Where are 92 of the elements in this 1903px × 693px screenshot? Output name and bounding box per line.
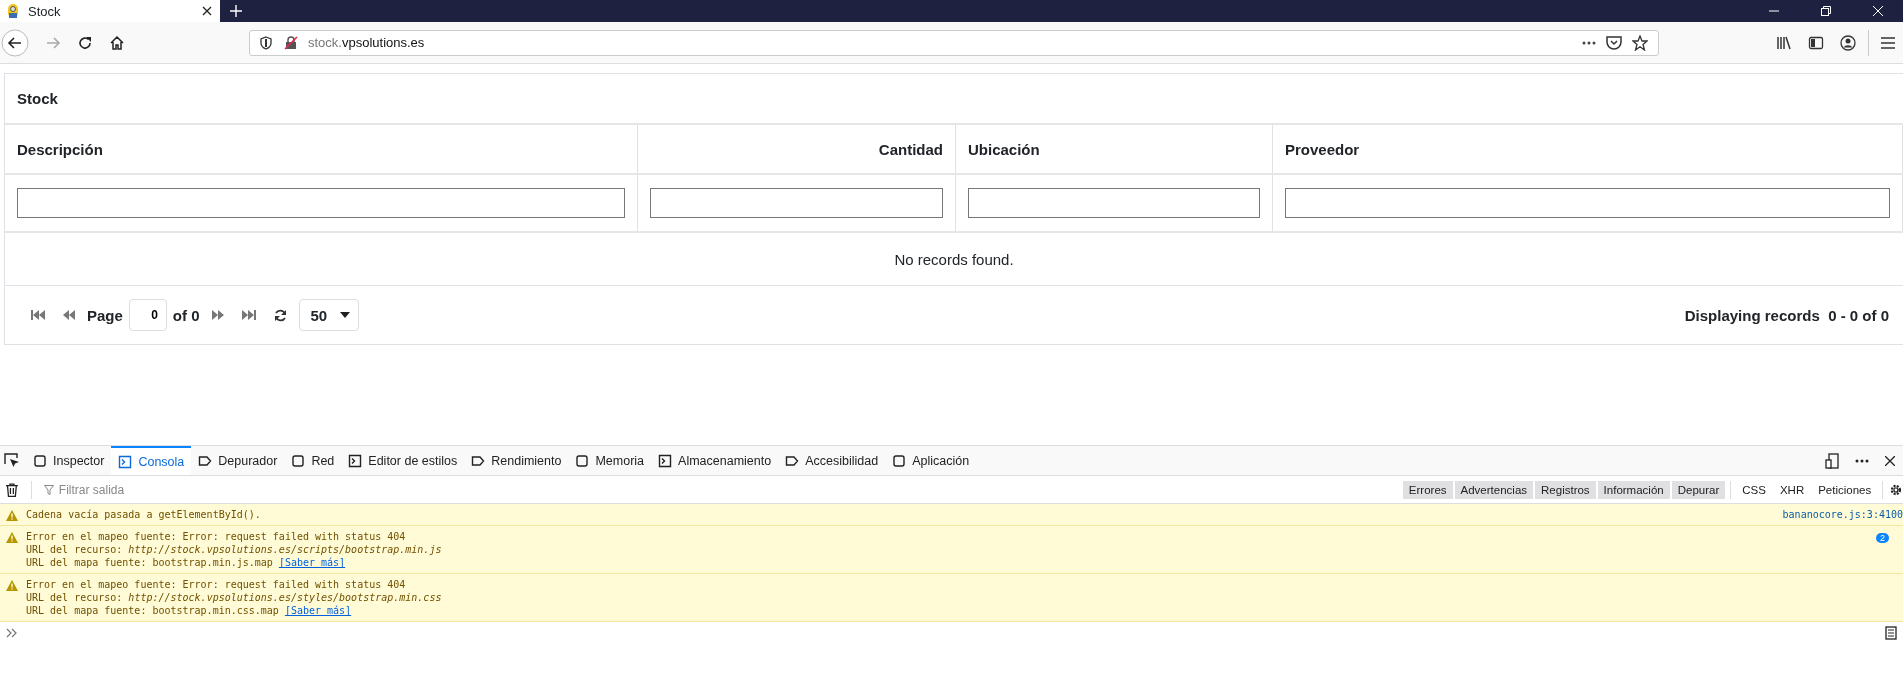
insecure-lock-icon bbox=[284, 35, 298, 50]
tool-icon bbox=[892, 453, 907, 468]
devtools-tab[interactable]: Aplicación bbox=[885, 446, 977, 475]
next-page-icon[interactable] bbox=[211, 309, 224, 321]
reload-icon[interactable] bbox=[77, 34, 93, 51]
level-filter-button[interactable]: Peticiones bbox=[1812, 480, 1878, 499]
funnel-icon bbox=[43, 484, 54, 495]
column-header[interactable]: Cantidad bbox=[638, 125, 956, 175]
shield-icon bbox=[260, 35, 272, 50]
filter-input[interactable] bbox=[650, 188, 943, 218]
refresh-icon[interactable] bbox=[273, 308, 287, 322]
devtools-tab[interactable]: Editor de estilos bbox=[341, 446, 465, 475]
filter-input[interactable] bbox=[17, 188, 625, 218]
last-page-icon[interactable] bbox=[241, 309, 256, 321]
level-filter-button[interactable]: CSS bbox=[1736, 480, 1772, 499]
warning-icon bbox=[6, 510, 18, 521]
tool-icon bbox=[471, 453, 486, 468]
menu-icon[interactable] bbox=[1881, 35, 1895, 50]
tool-icon bbox=[33, 453, 47, 468]
source-link[interactable]: bananocore.js:3:4100 bbox=[1782, 508, 1903, 521]
url-text: stock.vpsolutions.es bbox=[308, 35, 425, 50]
column-header[interactable]: Descripción bbox=[5, 125, 638, 175]
column-header[interactable]: Ubicación bbox=[956, 125, 1273, 175]
account-icon[interactable] bbox=[1840, 34, 1856, 51]
star-icon[interactable] bbox=[1632, 34, 1648, 51]
level-filter-button[interactable]: Advertencias bbox=[1454, 480, 1534, 499]
message-text: URL del recurso: http://stock.vpsolutions.es/styles/bootstrap.min.css bbox=[26, 591, 442, 604]
tool-icon bbox=[785, 453, 800, 468]
devtools-tab[interactable]: Depurador bbox=[191, 446, 285, 475]
tool-icon bbox=[291, 453, 306, 468]
page-label: Page bbox=[87, 306, 123, 324]
level-filter-button[interactable]: Información bbox=[1597, 480, 1670, 499]
filter-input[interactable] bbox=[1285, 188, 1890, 218]
tool-icon bbox=[348, 453, 363, 468]
filter-input[interactable] bbox=[968, 188, 1260, 218]
more-icon[interactable] bbox=[1582, 40, 1596, 45]
tool-icon bbox=[658, 453, 673, 468]
message-text: Error en el mapeo fuente: Error: request failed with status 404 bbox=[26, 530, 407, 543]
devtools-tab[interactable]: Rendimiento bbox=[464, 446, 569, 475]
panel-title: Stock bbox=[5, 74, 1903, 125]
tool-icon bbox=[575, 453, 590, 468]
level-filter-button[interactable]: Registros bbox=[1535, 480, 1596, 499]
warning-icon bbox=[6, 532, 18, 543]
devtools-tab[interactable]: Accesibilidad bbox=[778, 446, 886, 475]
message-text: URL del mapa fuente: bootstrap.min.css.map bbox=[26, 605, 279, 616]
warning-icon bbox=[6, 580, 18, 591]
devtools-tab[interactable]: Almacenamiento bbox=[651, 446, 779, 475]
page-count: of 0 bbox=[172, 306, 200, 324]
learn-more-link[interactable]: [Saber más] bbox=[278, 557, 346, 568]
rows-per-page-select[interactable]: 50 bbox=[298, 299, 359, 331]
tool-icon bbox=[198, 453, 213, 468]
more-icon[interactable] bbox=[1855, 458, 1869, 463]
sidebar-icon[interactable] bbox=[1808, 34, 1824, 51]
message-text: URL del mapa fuente: bootstrap.min.js.map bbox=[26, 557, 273, 568]
devtools-tab[interactable]: Consola bbox=[111, 446, 192, 475]
tab-title: Stock bbox=[28, 3, 62, 19]
previous-page-icon[interactable] bbox=[63, 309, 75, 321]
empty-message: No records found. bbox=[5, 233, 1903, 286]
settings-icon[interactable] bbox=[1889, 482, 1903, 497]
pocket-icon[interactable] bbox=[1606, 35, 1622, 50]
back-icon[interactable] bbox=[1, 28, 29, 57]
favicon-icon bbox=[6, 3, 20, 19]
close-icon[interactable] bbox=[1885, 455, 1895, 466]
trash-icon[interactable] bbox=[6, 482, 18, 497]
tool-icon bbox=[118, 454, 133, 469]
learn-more-link[interactable]: [Saber más] bbox=[284, 605, 352, 616]
level-filter-button[interactable]: Depurar bbox=[1671, 480, 1726, 499]
element-picker-icon[interactable] bbox=[4, 452, 20, 469]
responsive-view-icon[interactable] bbox=[1825, 452, 1839, 469]
column-header[interactable]: Proveedor bbox=[1273, 125, 1903, 175]
editor-mode-icon[interactable] bbox=[1885, 626, 1897, 640]
first-page-icon[interactable] bbox=[31, 309, 45, 321]
repeat-count-badge: 2 bbox=[1876, 533, 1889, 543]
message-text: Error en el mapeo fuente: Error: request failed with status 404 bbox=[26, 578, 407, 591]
caret-icon bbox=[339, 312, 350, 318]
message-text: Cadena vacía pasada a getElementById(). bbox=[26, 508, 261, 521]
devtools-tab[interactable]: Inspector bbox=[26, 446, 112, 475]
page-input[interactable]: 0 bbox=[128, 299, 167, 331]
browser-tab[interactable]: Stock bbox=[0, 0, 220, 22]
devtools-tab[interactable]: Red bbox=[284, 446, 342, 475]
home-icon[interactable] bbox=[109, 34, 125, 51]
address-bar[interactable]: stock.vpsolutions.es bbox=[249, 29, 1659, 56]
message-text: URL del recurso: http://stock.vpsolutions.es/scripts/bootstrap.min.js bbox=[26, 543, 442, 556]
level-filter-button[interactable]: XHR bbox=[1773, 480, 1811, 499]
records-summary: Displaying records 0 - 0 of 0 bbox=[1684, 306, 1889, 324]
devtools-tab[interactable]: Memoria bbox=[568, 446, 652, 475]
new-tab-icon[interactable] bbox=[230, 5, 242, 17]
level-filter-button[interactable]: Errores bbox=[1402, 480, 1453, 499]
library-icon[interactable] bbox=[1776, 34, 1792, 51]
restore-icon[interactable] bbox=[1821, 6, 1831, 16]
close-icon[interactable] bbox=[202, 6, 212, 16]
prompt-icon bbox=[6, 628, 18, 638]
